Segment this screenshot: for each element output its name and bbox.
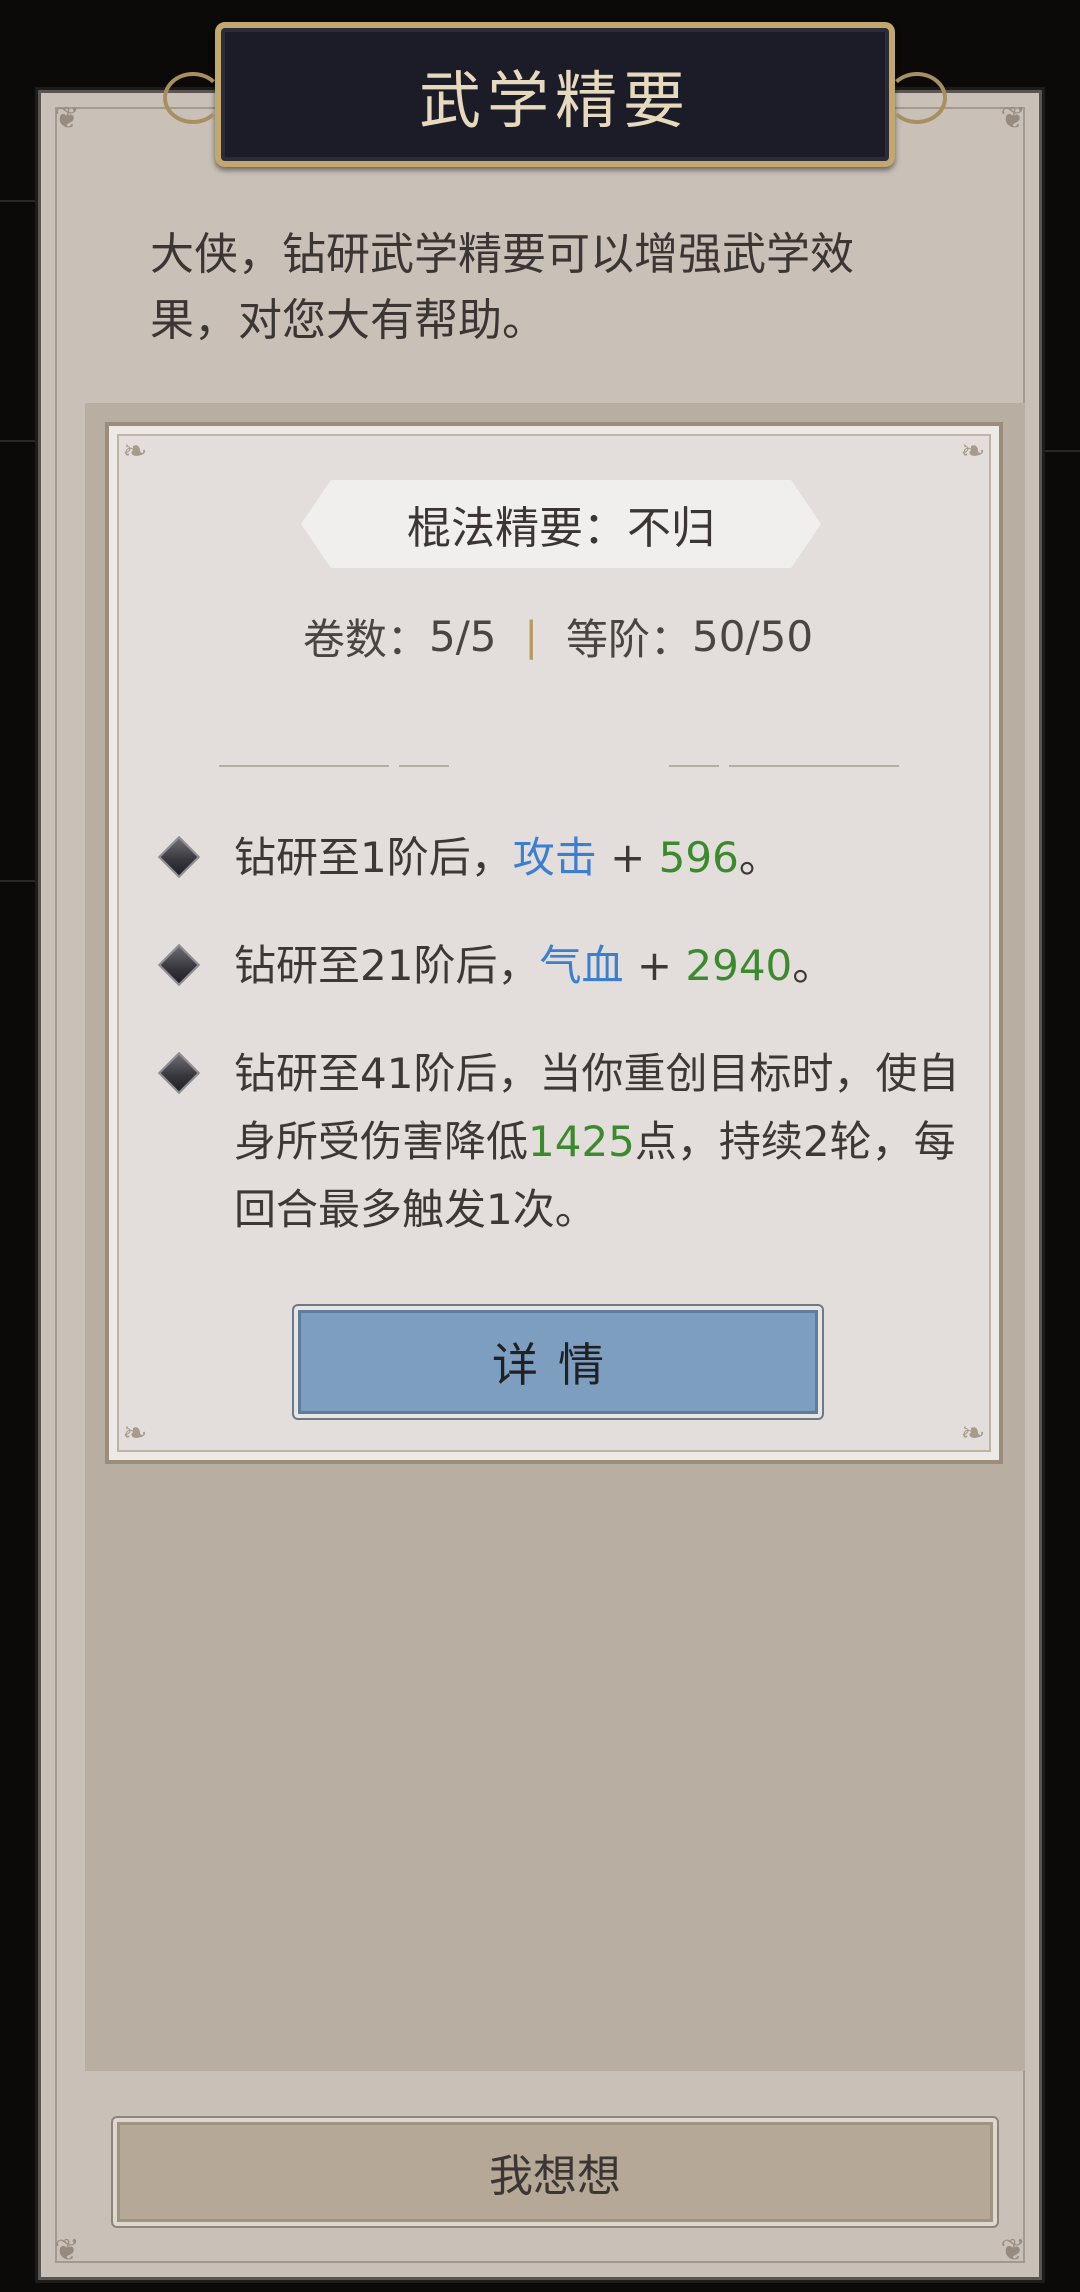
diamond-bullet-icon xyxy=(157,943,201,987)
diamond-bullet-icon xyxy=(157,1051,201,1095)
dialog-title: 武学精要 xyxy=(418,63,691,137)
card-corner-icon: ❧ xyxy=(122,434,148,469)
rank-value: 50/50 xyxy=(692,612,814,661)
divider-ornament xyxy=(219,756,899,776)
stats-separator: | xyxy=(524,613,539,660)
effect-value: 2940 xyxy=(685,941,793,990)
think-button-label: 我想想 xyxy=(489,2151,621,2202)
effect-item-3: 钻研至41阶后，当你重创目标时，使自身所受伤害降低1425点，持续2轮，每回合最… xyxy=(157,1040,964,1244)
corner-ornament-icon: ❦ xyxy=(54,2233,80,2268)
skill-name-banner: 棍法精要：不归 xyxy=(301,480,821,568)
volumes-label: 卷数： xyxy=(302,615,429,664)
skill-stats: 卷数： 5/5 | 等阶： 50/50 xyxy=(109,606,1007,667)
diamond-bullet-icon xyxy=(157,835,201,879)
effect-attribute: 气血 xyxy=(539,941,624,990)
rank-label: 等阶： xyxy=(566,615,693,664)
card-corner-icon: ❧ xyxy=(122,1416,148,1451)
corner-ornament-icon: ❦ xyxy=(1000,101,1026,136)
effect-item-1: 钻研至1阶后，攻击 + 596。 xyxy=(157,824,964,892)
volumes-value: 5/5 xyxy=(428,612,497,661)
detail-button[interactable]: 详情 xyxy=(294,1306,822,1418)
effect-value: 1425 xyxy=(528,1117,635,1166)
card-corner-icon: ❧ xyxy=(960,434,986,469)
think-it-over-button[interactable]: 我想想 xyxy=(113,2118,997,2226)
intro-text: 大侠，钻研武学精要可以增强武学效果，对您大有帮助。 xyxy=(150,229,854,346)
effect-item-2: 钻研至21阶后，气血 + 2940。 xyxy=(157,932,964,1000)
card-corner-icon: ❧ xyxy=(960,1416,986,1451)
detail-button-label: 详情 xyxy=(492,1338,624,1392)
title-plaque: 武学精要 xyxy=(163,22,947,167)
skill-name: 棍法精要：不归 xyxy=(407,503,715,554)
skill-card: ❧ ❧ ❧ ❧ 棍法精要：不归 卷数： 5/5 | 等阶： 50/50 钻研至1… xyxy=(105,422,1003,1464)
effect-attribute: 攻击 xyxy=(512,833,597,882)
corner-ornament-icon: ❦ xyxy=(1000,2233,1026,2268)
corner-ornament-icon: ❦ xyxy=(54,101,80,136)
effect-value: 596 xyxy=(658,833,739,882)
